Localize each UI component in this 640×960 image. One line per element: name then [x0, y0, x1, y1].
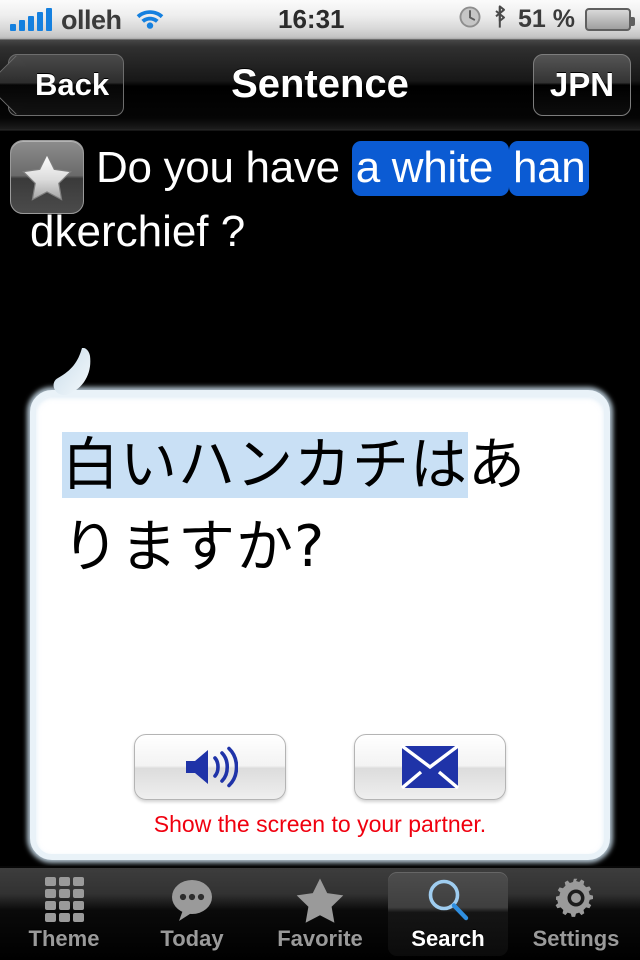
envelope-icon	[401, 745, 459, 789]
tab-favorite[interactable]: Favorite	[260, 872, 380, 956]
japanese-highlight-1: 白い	[62, 432, 178, 498]
speech-bubble-icon	[167, 877, 217, 923]
tab-favorite-label: Favorite	[277, 925, 363, 951]
signal-bars-icon	[10, 7, 52, 31]
tab-theme[interactable]: Theme	[4, 872, 124, 956]
speech-bubble-tail-icon	[52, 347, 110, 406]
english-sentence-line-2[interactable]: dkerchief ?	[8, 200, 632, 264]
bluetooth-icon	[492, 4, 508, 35]
language-toggle-label: JPN	[549, 66, 615, 103]
gear-icon	[552, 877, 600, 923]
status-bar: olleh 16:31 51 %	[0, 0, 640, 40]
battery-percent-label: 51 %	[518, 5, 575, 33]
status-bar-right: 51 %	[458, 4, 640, 35]
speak-button[interactable]	[134, 734, 286, 800]
mail-button[interactable]	[354, 734, 506, 800]
bubble-action-buttons	[36, 734, 604, 800]
navigation-bar: Back Sentence JPN	[0, 40, 640, 131]
alarm-clock-icon	[458, 5, 482, 34]
carrier-label: olleh	[61, 4, 122, 35]
english-plain-2: ?	[208, 207, 246, 256]
english-sentence-line-1[interactable]: Do you have a white han	[8, 132, 632, 200]
partner-note: Show the screen to your partner.	[153, 811, 487, 837]
language-toggle-button[interactable]: JPN	[533, 54, 631, 116]
tab-today[interactable]: Today	[132, 872, 252, 956]
app-screen: olleh 16:31 51 % Back Sentence JPN Do yo…	[0, 0, 640, 960]
star-icon	[295, 877, 345, 923]
favorite-star-button[interactable]	[10, 140, 84, 214]
english-highlight-1: a white	[351, 141, 509, 196]
tab-today-label: Today	[160, 925, 224, 951]
magnifier-icon	[424, 877, 472, 923]
grid-icon	[44, 877, 84, 923]
tab-settings-label: Settings	[532, 925, 620, 951]
clock-label: 16:31	[278, 4, 345, 34]
back-button-label: Back	[35, 67, 110, 102]
status-bar-left: olleh	[0, 5, 165, 35]
translation-bubble-wrapper: 白いハンカチはありますか? Show the screen to your pa…	[0, 347, 640, 860]
english-plain-1: Do you have	[96, 143, 352, 192]
japanese-highlight-2: ハンカチは	[178, 432, 468, 498]
tab-settings[interactable]: Settings	[516, 872, 636, 956]
english-sentence-area: Do you have a white han dkerchief ?	[0, 132, 640, 264]
english-highlight-3: dkerchief	[30, 207, 209, 256]
tab-theme-label: Theme	[28, 925, 100, 951]
star-icon	[22, 153, 72, 201]
wifi-icon	[135, 6, 165, 34]
tab-search[interactable]: Search	[388, 872, 508, 956]
status-bar-center: 16:31	[165, 4, 459, 35]
battery-icon	[585, 8, 635, 31]
translation-bubble: 白いハンカチはありますか? Show the screen to your pa…	[30, 390, 610, 860]
tab-search-label: Search	[411, 925, 485, 951]
speaker-icon	[186, 746, 238, 788]
tab-bar: Theme Today Favorite Search Settings	[0, 866, 640, 960]
english-highlight-2: han	[508, 141, 590, 196]
japanese-sentence[interactable]: 白いハンカチはありますか?	[36, 396, 604, 588]
